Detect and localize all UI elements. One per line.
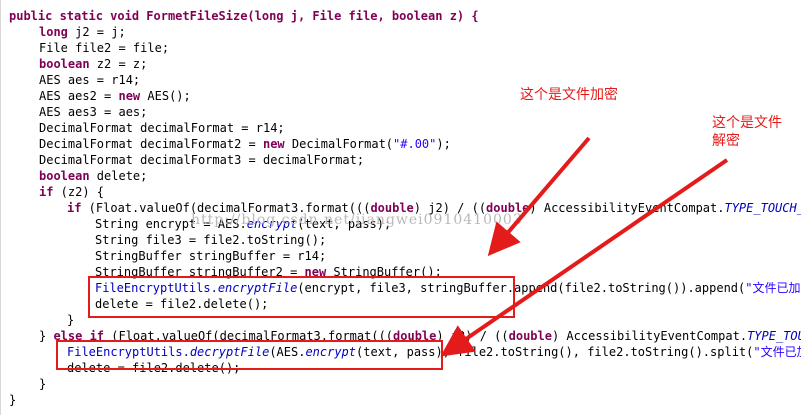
decrypt-annotation-line1: 这个是文件 xyxy=(712,115,782,131)
encrypt-annotation: 这个是文件加密 xyxy=(520,87,618,103)
annotation-arrows xyxy=(440,136,729,357)
encrypt-arrow xyxy=(487,136,591,257)
decrypt-annotation-line2: 解密 xyxy=(712,133,740,149)
decrypt-arrow xyxy=(440,158,729,357)
code-editor[interactable]: public static void FormetFileSize(long j… xyxy=(0,0,801,415)
